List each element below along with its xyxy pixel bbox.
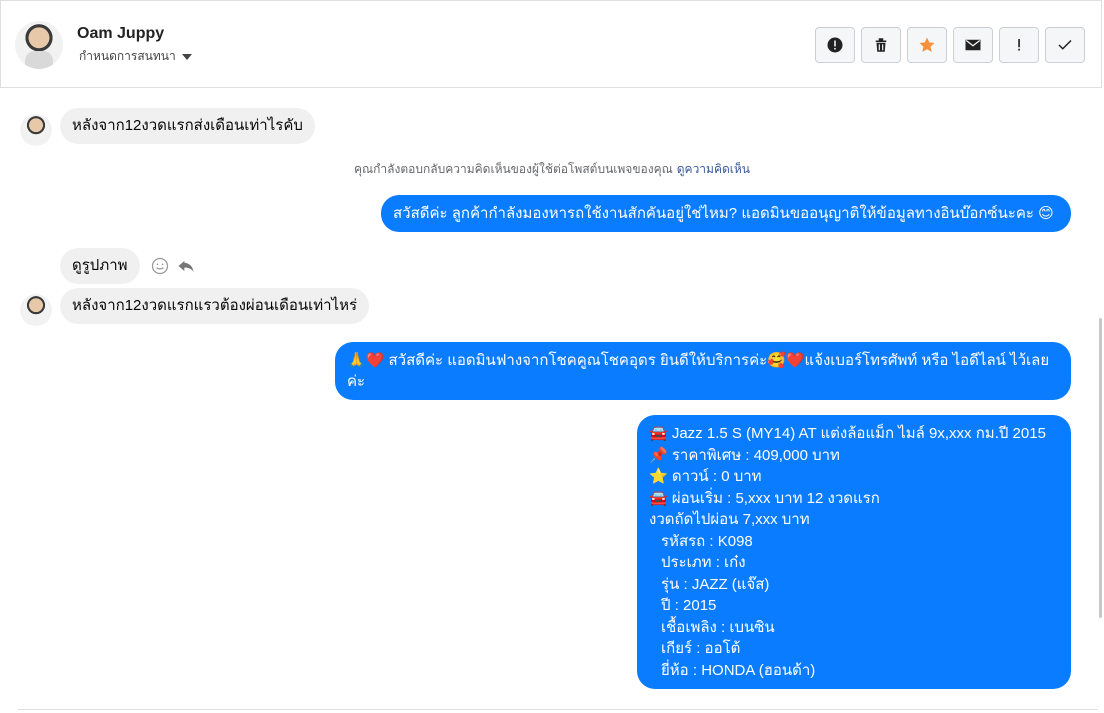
delete-button[interactable] [861, 27, 901, 63]
report-button[interactable] [815, 27, 855, 63]
detail-line: งวดถัดไปผ่อน 7,xxx บาท [649, 511, 810, 528]
detail-line: ⭐ ดาวน์ : 0 บาท [649, 468, 762, 485]
smiley-icon[interactable] [150, 256, 170, 276]
reply-notice: คุณกำลังตอบกลับความคิดเห็นของผู้ใช้ต่อโพ… [0, 160, 1104, 179]
spec-line: ยี่ห้อ : HONDA (ฮอนด้า) [661, 661, 816, 679]
alert-circle-icon [827, 37, 843, 53]
outgoing-message[interactable]: 🙏❤️ สวัสดีค่ะ แอดมินฟางจากโชคคูณโชคอุดร … [335, 342, 1071, 400]
conversation-header: Oam Juppy กำหนดการสนทนา [0, 0, 1102, 88]
toolbar [815, 27, 1085, 63]
check-icon [1058, 39, 1072, 50]
message-thread[interactable]: หลังจาก12งวดแรกส่งเดือนเท่าไรคับ คุณกำลั… [0, 88, 1104, 713]
mail-button[interactable] [953, 27, 993, 63]
spam-button[interactable] [999, 27, 1039, 63]
detail-line: 📌 ราคาพิเศษ : 409,000 บาท [649, 446, 840, 464]
view-comment-link[interactable]: ดูความคิดเห็น [677, 162, 750, 176]
spec-line: เกียร์ : ออโต้ [661, 640, 741, 657]
star-icon [919, 37, 935, 52]
car-details-message[interactable]: 🚘 Jazz 1.5 S (MY14) AT แต่งล้อแม็ก ไมล์ … [637, 415, 1071, 689]
contact-avatar[interactable] [15, 21, 63, 69]
trash-icon [875, 38, 887, 52]
sender-avatar[interactable] [20, 114, 52, 146]
spec-line: รหัสรถ : K098 [661, 532, 753, 550]
message-actions [150, 256, 196, 276]
detail-line: 🚘 ผ่อนเริ่ม : 5,xxx บาท 12 งวดแรก [649, 489, 880, 507]
sender-avatar[interactable] [20, 294, 52, 326]
spec-line: ปี : 2015 [661, 597, 717, 614]
incoming-message[interactable]: ดูรูปภาพ [60, 248, 140, 284]
outgoing-message[interactable]: สวัสดีค่ะ ลูกค้ากำลังมองหารถใช้งานสักคัน… [381, 195, 1071, 232]
detail-line: 🚘 Jazz 1.5 S (MY14) AT แต่งล้อแม็ก ไมล์ … [649, 425, 1046, 442]
caret-down-icon [181, 53, 192, 60]
reply-notice-text: คุณกำลังตอบกลับความคิดเห็นของผู้ใช้ต่อโพ… [354, 162, 673, 176]
incoming-message[interactable]: หลังจาก12งวดแรกแรวต้องผ่อนเดือนเท่าไหร่ [60, 288, 370, 324]
star-button[interactable] [907, 27, 947, 63]
spec-line: รุ่น : JAZZ (แจ๊ส) [661, 575, 770, 593]
spec-line: เชื้อเพลิง : เบนซิน [661, 618, 775, 636]
conversation-options[interactable]: กำหนดการสนทนา [79, 47, 192, 66]
exclamation-icon [1018, 39, 1020, 51]
reply-icon[interactable] [176, 256, 196, 276]
contact-name[interactable]: Oam Juppy [77, 25, 164, 43]
message-line: ค่ะ [347, 373, 366, 390]
incoming-message[interactable]: หลังจาก12งวดแรกส่งเดือนเท่าไรคับ [60, 108, 315, 144]
scrollbar[interactable] [1099, 318, 1102, 618]
composer-divider [18, 709, 1098, 710]
done-button[interactable] [1045, 27, 1085, 63]
message-line: 🙏❤️ สวัสดีค่ะ แอดมินฟางจากโชคคูณโชคอุดร … [347, 352, 1050, 369]
spec-line: ประเภท : เก๋ง [661, 554, 746, 571]
mail-icon [965, 39, 981, 51]
conversation-options-label: กำหนดการสนทนา [79, 49, 176, 63]
